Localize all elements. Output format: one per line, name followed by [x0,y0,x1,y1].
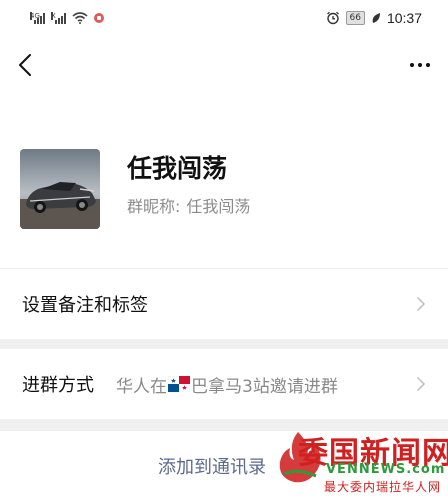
group-nickname-value: 任我闯荡 [186,197,251,216]
chevron-right-icon [417,377,425,391]
leaf-icon [371,12,381,24]
nav-bar [0,44,448,88]
profile-header: 任我闯荡 群昵称: 任我闯荡 [20,149,440,229]
wifi-icon [72,12,88,24]
row-label: 设置备注和标签 [22,295,148,316]
notification-icon [94,13,104,23]
status-left: 4G X [30,12,104,24]
status-right: 66 10:37 [326,10,422,26]
alarm-icon [326,11,340,25]
group-nickname-label: 群昵称: [127,197,181,216]
avatar[interactable] [20,149,100,229]
group-nickname: 群昵称: 任我闯荡 [127,193,250,217]
section-gap [0,419,448,431]
profile-name: 任我闯荡 [127,154,228,183]
status-bar: 4G X 66 10:37 [0,0,448,36]
battery-icon: 66 [345,11,365,25]
add-to-contacts-label: 添加到通讯录 [158,456,266,478]
row-set-remark-tags[interactable]: 设置备注和标签 [0,269,448,339]
panama-flag-icon [168,376,190,392]
join-method-value: 华人在 巴拿马3站邀请进群 [116,376,338,397]
signal-icon: X [51,12,66,24]
status-time: 10:37 [386,10,422,26]
section-gap [0,339,448,349]
back-chevron-icon[interactable] [14,50,36,80]
add-to-contacts-button[interactable]: 添加到通讯录 [0,431,448,500]
more-dots-icon[interactable] [406,52,434,78]
signal-icon: 4G [30,12,45,24]
chevron-right-icon [417,297,425,311]
row-label: 进群方式 [22,375,94,396]
row-join-method[interactable]: 进群方式 华人在 巴拿马3站邀请进群 [0,349,448,419]
